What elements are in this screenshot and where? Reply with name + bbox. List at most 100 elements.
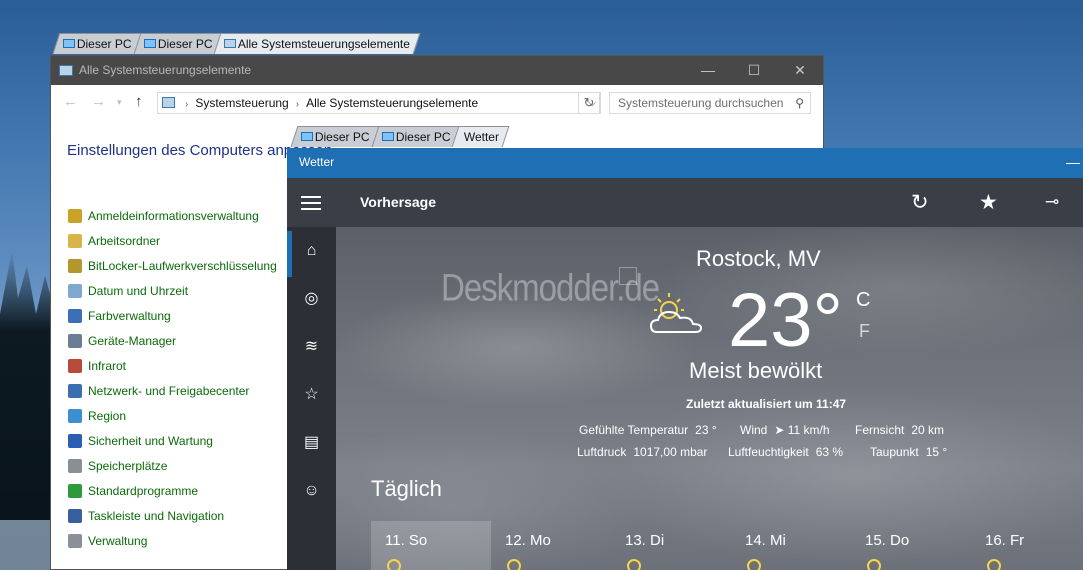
tab-dieser-pc-4[interactable]: Dieser PC: [371, 126, 461, 147]
detail-wind: Wind ➤ 11 km/h: [740, 423, 830, 437]
unit-celsius-toggle[interactable]: C: [856, 289, 870, 312]
cp-item[interactable]: Region: [67, 408, 277, 433]
computer-icon: [143, 39, 156, 48]
vault-icon: [68, 209, 82, 223]
cp-item[interactable]: Farbverwaltung: [67, 308, 277, 333]
minimize-button[interactable]: —: [685, 56, 731, 85]
search-input[interactable]: Systemsteuerung durchsuchen ⚲: [609, 92, 811, 114]
minimize-button[interactable]: —: [1063, 148, 1083, 176]
key-icon: [68, 259, 82, 273]
control-panel-icon: [224, 39, 237, 48]
device-manager-icon: [68, 334, 82, 348]
folder-icon: [68, 234, 82, 248]
explorer-tabstrip-back: Dieser PC Dieser PC Alle Systemsteuerung…: [52, 33, 421, 54]
day-card[interactable]: 15. Do: [851, 521, 971, 570]
sun-icon: [867, 559, 881, 570]
admin-tools-icon: [68, 534, 82, 548]
cp-item[interactable]: Speicherplätze: [67, 458, 277, 483]
search-icon: ⚲: [795, 96, 804, 110]
cp-item[interactable]: Geräte-Manager: [67, 333, 277, 358]
breadcrumb-item[interactable]: Alle Systemsteuerungselemente: [306, 96, 478, 110]
news-icon[interactable]: ▤: [287, 423, 336, 463]
unit-fahrenheit-toggle[interactable]: F: [859, 321, 870, 342]
weather-titlebar[interactable]: Wetter —: [287, 148, 1083, 178]
forward-arrow-icon[interactable]: →: [91, 93, 106, 110]
weather-appbar: Vorhersage ↻ ★ ⊸: [287, 178, 1083, 227]
refresh-icon[interactable]: ↻: [911, 190, 929, 215]
computer-icon: [301, 132, 313, 141]
feedback-smiley-icon[interactable]: ☺: [287, 471, 336, 511]
sun-icon: [747, 559, 761, 570]
taskbar-icon: [68, 509, 82, 523]
cp-item[interactable]: Infrarot: [67, 358, 277, 383]
control-panel-titlebar[interactable]: Alle Systemsteuerungselemente — ☐ ✕: [51, 56, 823, 85]
control-panel-icon: [59, 65, 73, 76]
breadcrumb-item[interactable]: Systemsteuerung: [195, 96, 288, 110]
daily-heading: Täglich: [371, 476, 442, 501]
close-button[interactable]: ✕: [777, 56, 823, 85]
chevron-right-icon: ›: [185, 99, 189, 110]
network-icon: [68, 384, 82, 398]
tab-dieser-pc-2[interactable]: Dieser PC: [133, 33, 223, 54]
back-arrow-icon[interactable]: ←: [63, 93, 78, 110]
search-placeholder: Systemsteuerung durchsuchen: [618, 96, 784, 110]
home-icon[interactable]: ⌂: [287, 231, 336, 277]
maps-radar-icon[interactable]: ◎: [287, 279, 336, 319]
globe-icon: [68, 409, 82, 423]
control-panel-items: Anmeldeinformationsverwaltung Arbeitsord…: [67, 208, 277, 558]
window-title: Wetter: [299, 155, 335, 169]
tab-dieser-pc-3[interactable]: Dieser PC: [290, 126, 381, 147]
favorites-list-icon[interactable]: ☆: [287, 375, 336, 415]
pin-icon[interactable]: ⊸: [1045, 192, 1059, 212]
computer-icon: [63, 39, 75, 48]
last-updated: Zuletzt aktualisiert um 11:47: [686, 397, 847, 411]
sun-icon: [507, 559, 521, 570]
watermark-logo-icon: [619, 267, 637, 285]
recent-dropdown-icon[interactable]: ▾: [117, 97, 122, 108]
day-card[interactable]: 13. Di: [611, 521, 731, 570]
tab-wetter[interactable]: Wetter: [451, 126, 510, 147]
cp-item[interactable]: Sicherheit und Wartung: [67, 433, 277, 458]
cp-item[interactable]: Datum und Uhrzeit: [67, 283, 277, 308]
storage-icon: [68, 459, 82, 473]
monitor-icon: [68, 309, 82, 323]
cp-item[interactable]: Standardprogramme: [67, 483, 277, 508]
cp-item[interactable]: Arbeitsordner: [67, 233, 277, 258]
favorite-star-icon[interactable]: ★: [979, 190, 998, 215]
cp-item[interactable]: Anmeldeinformationsverwaltung: [67, 208, 277, 233]
refresh-button[interactable]: ↻: [578, 92, 600, 114]
hamburger-menu-icon[interactable]: [301, 196, 321, 210]
address-row: ← → ▾ ↑ › Systemsteuerung › Alle Systemsteu…: [51, 92, 823, 114]
default-programs-icon: [68, 484, 82, 498]
current-temperature: 23°: [728, 278, 843, 363]
detail-pressure: Luftdruck 1017,00 mbar: [577, 445, 708, 459]
detail-humidity: Luftfeuchtigkeit 63 %: [728, 445, 844, 459]
maximize-button[interactable]: ☐: [731, 56, 777, 85]
tab-dieser-pc-1[interactable]: Dieser PC: [52, 33, 143, 54]
appbar-title: Vorhersage: [360, 194, 436, 210]
sun-icon: [387, 559, 401, 570]
sun-icon: [627, 559, 641, 570]
control-panel-icon: [162, 97, 175, 108]
weather-window: Wetter — Vorhersage ↻ ★ ⊸ ⌂ ◎ ≋ ☆ ▤ ☺ De…: [287, 148, 1083, 570]
tab-control-panel[interactable]: Alle Systemsteuerungselemente: [213, 33, 421, 54]
historical-chart-icon[interactable]: ≋: [287, 327, 336, 367]
up-arrow-icon[interactable]: ↑: [135, 93, 143, 110]
explorer-tabstrip-front: Dieser PC Dieser PC Wetter: [290, 126, 510, 147]
infrared-icon: [68, 359, 82, 373]
city-name: Rostock, MV: [696, 246, 821, 271]
flag-icon: [68, 434, 82, 448]
clock-icon: [68, 284, 82, 298]
detail-feels-like: Gefühlte Temperatur 23 °: [579, 423, 717, 437]
sun-icon: [987, 559, 1001, 570]
day-card[interactable]: 14. Mi: [731, 521, 851, 570]
day-card[interactable]: 16. Fr: [971, 521, 1083, 570]
cp-item[interactable]: BitLocker-Laufwerkverschlüsselung: [67, 258, 277, 283]
cp-item[interactable]: Verwaltung: [67, 533, 277, 558]
day-card[interactable]: 11. So: [371, 521, 491, 570]
cp-item[interactable]: Taskleiste und Navigation: [67, 508, 277, 533]
cp-item[interactable]: Netzwerk- und Freigabecenter: [67, 383, 277, 408]
detail-visibility: Fernsicht 20 km: [855, 423, 945, 437]
day-card[interactable]: 12. Mo: [491, 521, 611, 570]
address-bar[interactable]: › Systemsteuerung › Alle Systemsteuerungsel…: [157, 92, 601, 114]
